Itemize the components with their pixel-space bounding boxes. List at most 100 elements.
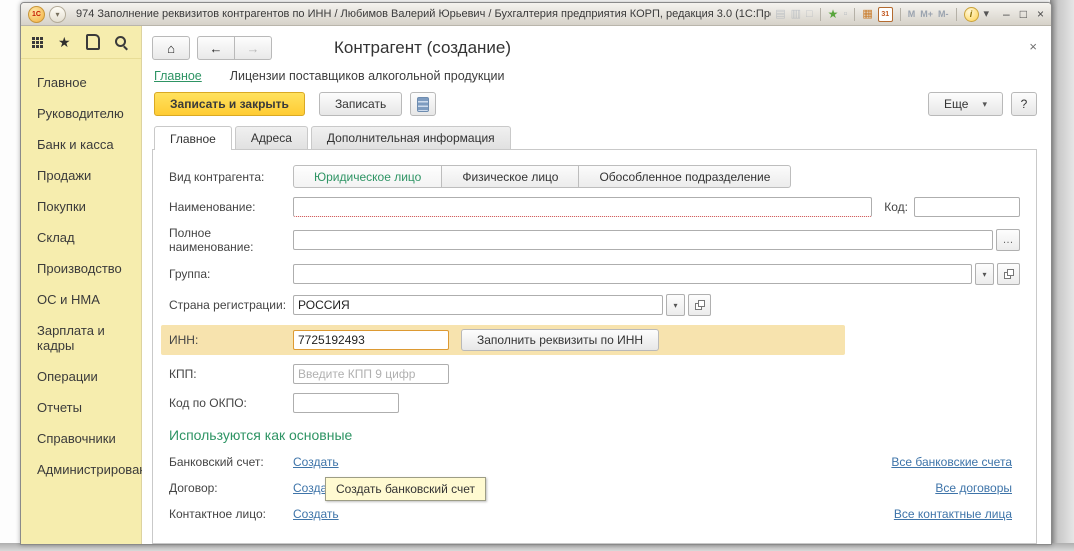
sidebar-item-administrirovanie[interactable]: Администрирование — [21, 454, 141, 485]
print-icon: ▥ — [791, 9, 801, 20]
sidebar-item-rukovoditelyu[interactable]: Руководителю — [21, 98, 141, 129]
sidebar-toolbar: ★ — [21, 26, 141, 59]
name-row: Наименование: Код: — [169, 197, 1020, 217]
history-icon[interactable] — [86, 34, 100, 50]
open-icon — [695, 300, 705, 310]
kpp-row: КПП: — [169, 364, 1020, 384]
main-usage-heading: Используются как основные — [169, 427, 1020, 443]
more-button-label: Еще — [944, 97, 968, 111]
sidebar-item-glavnoe[interactable]: Главное — [21, 67, 141, 98]
save-and-close-button[interactable]: Записать и закрыть — [154, 92, 305, 116]
tab-adresa[interactable]: Адреса — [235, 126, 308, 149]
close-button[interactable]: × — [1037, 8, 1044, 20]
maximize-button[interactable]: □ — [1020, 8, 1027, 20]
kind-row: Вид контрагента: Юридическое лицо Физиче… — [169, 165, 1020, 188]
okpo-label: Код по ОКПО: — [169, 396, 293, 410]
form-close-icon[interactable]: × — [1029, 40, 1037, 53]
all-contracts-link[interactable]: Все договоры — [935, 481, 1012, 495]
all-bank-accounts-link[interactable]: Все банковские счета — [891, 455, 1012, 469]
okpo-row: Код по ОКПО: — [169, 393, 1020, 413]
country-dropdown-icon[interactable]: ▾ — [666, 294, 685, 316]
inn-field[interactable] — [293, 330, 449, 350]
group-field[interactable] — [293, 264, 972, 284]
tab-dop-informaciya[interactable]: Дополнительная информация — [311, 126, 511, 149]
contact-person-label: Контактное лицо: — [169, 507, 293, 521]
licenses-link[interactable]: Лицензии поставщиков алкогольной продукц… — [230, 69, 505, 83]
command-bar: Записать и закрыть Записать Еще ▾ ? — [154, 92, 1037, 116]
search-icon[interactable] — [115, 36, 128, 49]
country-field[interactable] — [293, 295, 663, 315]
kind-option-legal-entity[interactable]: Юридическое лицо — [293, 165, 442, 188]
create-contact-person-link[interactable]: Создать — [293, 507, 339, 521]
memory-m-button: M — [908, 9, 916, 19]
full-name-field[interactable] — [293, 230, 993, 250]
favorites-icon[interactable]: ★ — [58, 35, 71, 49]
tab-glavnoe[interactable]: Главное — [154, 126, 232, 150]
titlebar-toolbar: ▤ ▥ □ ★ ▫ ▦ 31 M M+ M- i ▾ — [775, 7, 989, 22]
window-title: 974 Заполнение реквизитов контрагентов п… — [76, 8, 771, 20]
sidebar-item-zarplata-i-kadry[interactable]: Зарплата и кадры — [21, 315, 141, 361]
sidebar-item-prodazhi[interactable]: Продажи — [21, 160, 141, 191]
kind-option-separate-division[interactable]: Обособленное подразделение — [578, 165, 791, 188]
kind-segmented-control: Юридическое лицо Физическое лицо Обособл… — [293, 165, 791, 188]
code-field[interactable] — [914, 197, 1020, 217]
country-open-button[interactable] — [688, 294, 711, 316]
memory-m-plus-button: M+ — [920, 9, 933, 19]
toolbar-separator — [820, 8, 821, 21]
contract-row: Договор: Создать Все договоры Создать ба… — [169, 481, 1020, 495]
more-button[interactable]: Еще ▾ — [928, 92, 1003, 116]
ellipsis-button[interactable]: … — [996, 229, 1020, 251]
toolbar-separator — [854, 8, 855, 21]
fill-by-inn-button[interactable]: Заполнить реквизиты по ИНН — [461, 329, 659, 351]
kpp-field[interactable] — [293, 364, 449, 384]
group-open-button[interactable] — [997, 263, 1020, 285]
menu-grid-icon[interactable] — [32, 37, 35, 40]
form-header: ⌂ ← → Контрагент (создание) — [152, 36, 1037, 60]
country-label: Страна регистрации: — [169, 298, 293, 312]
calendar-icon[interactable]: 31 — [878, 7, 893, 22]
sidebar-item-bank-i-kassa[interactable]: Банк и касса — [21, 129, 141, 160]
okpo-field[interactable] — [293, 393, 399, 413]
full-name-row: Полное наименование: … — [169, 226, 1020, 254]
back-button[interactable]: ← — [197, 36, 235, 60]
calculator-icon[interactable]: ▦ — [862, 9, 872, 20]
memory-m-minus-button: M- — [938, 9, 949, 19]
kind-option-individual[interactable]: Физическое лицо — [441, 165, 579, 188]
home-button[interactable]: ⌂ — [152, 36, 190, 60]
country-row: Страна регистрации: ▾ — [169, 294, 1020, 316]
sidebar-item-sklad[interactable]: Склад — [21, 222, 141, 253]
main-section-link[interactable]: Главное — [154, 69, 202, 83]
inn-row-highlighted: ИНН: Заполнить реквизиты по ИНН — [161, 325, 845, 355]
database-button[interactable] — [410, 92, 436, 116]
info-dropdown-icon[interactable]: ▾ — [984, 9, 990, 20]
full-name-label: Полное наименование: — [169, 226, 293, 254]
group-row: Группа: ▾ — [169, 263, 1020, 285]
chevron-down-icon: ▾ — [982, 99, 987, 110]
breadcrumb: Главное Лицензии поставщиков алкогольной… — [154, 69, 1037, 83]
system-menu-button[interactable]: ▾ — [49, 6, 66, 23]
inn-label: ИНН: — [169, 333, 293, 347]
kpp-label: КПП: — [169, 367, 293, 381]
all-contact-persons-link[interactable]: Все контактные лица — [894, 507, 1012, 521]
sidebar-item-spravochniki[interactable]: Справочники — [21, 423, 141, 454]
sidebar-item-os-i-nma[interactable]: ОС и НМА — [21, 284, 141, 315]
forward-button: → — [235, 36, 272, 60]
sidebar-item-pokupki[interactable]: Покупки — [21, 191, 141, 222]
sections-sidebar: ★ Главное Руководителю Банк и касса Прод… — [21, 26, 142, 544]
window-controls: – □ × — [1003, 8, 1044, 20]
sidebar-item-proizvodstvo[interactable]: Производство — [21, 253, 141, 284]
contact-person-row: Контактное лицо: Создать Все контактные … — [169, 507, 1020, 521]
save-button[interactable]: Записать — [319, 92, 402, 116]
sidebar-item-otchety[interactable]: Отчеты — [21, 392, 141, 423]
group-label: Группа: — [169, 267, 293, 281]
name-field[interactable] — [293, 197, 872, 217]
group-dropdown-icon[interactable]: ▾ — [975, 263, 994, 285]
toolbar-separator — [956, 8, 957, 21]
help-button[interactable]: ? — [1011, 92, 1037, 116]
minimize-button[interactable]: – — [1003, 8, 1010, 20]
favorites-star-icon[interactable]: ★ — [828, 8, 839, 20]
create-bank-account-link[interactable]: Создать — [293, 455, 339, 469]
sidebar-item-operacii[interactable]: Операции — [21, 361, 141, 392]
info-icon[interactable]: i — [964, 7, 979, 22]
save-icon: ▤ — [775, 9, 785, 20]
